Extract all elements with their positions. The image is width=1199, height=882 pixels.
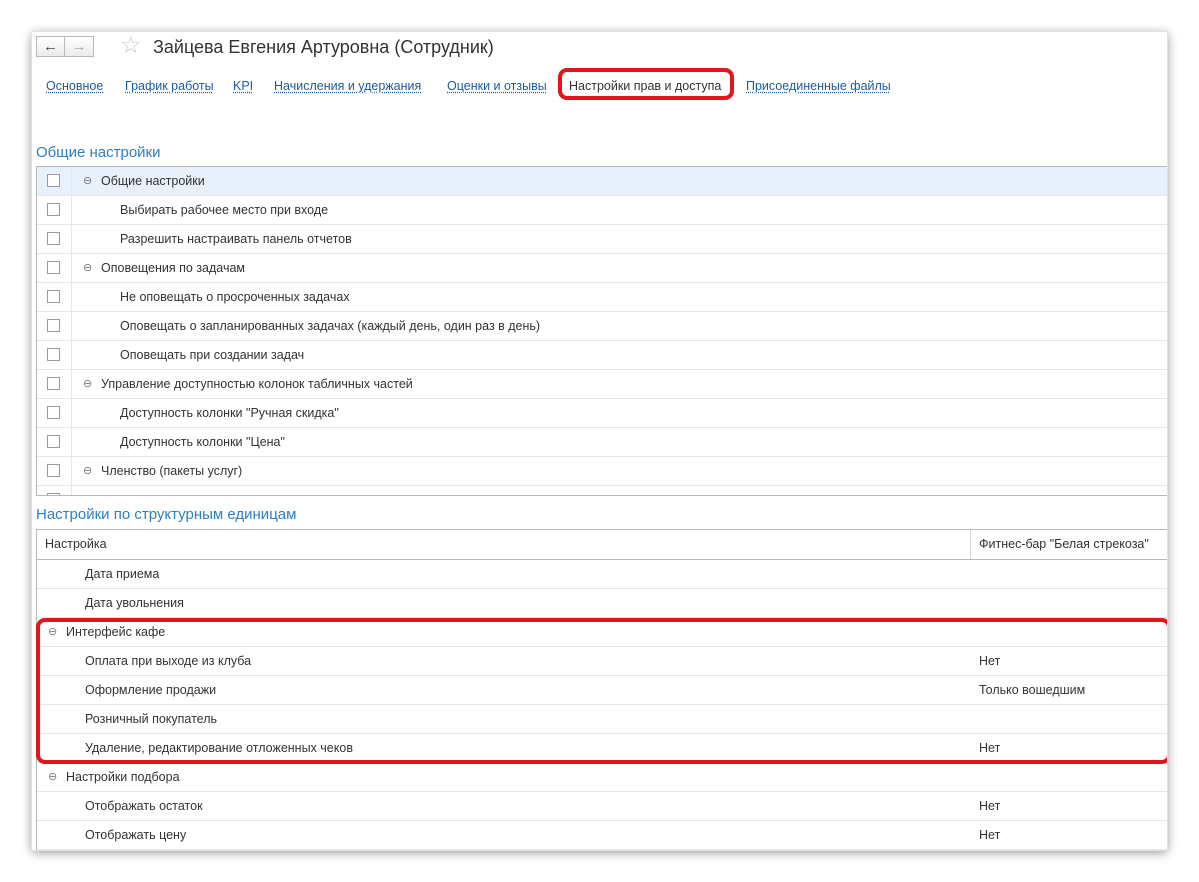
row-label: Интерфейс кафе bbox=[66, 625, 166, 639]
row-value[interactable]: Нет bbox=[979, 734, 1000, 762]
row-value[interactable]: Нет bbox=[979, 792, 1000, 820]
table-row-partial bbox=[37, 486, 1167, 495]
units-settings-title: Настройки по структурным единицам bbox=[36, 506, 297, 523]
row-label: Управление доступностью колонок табличны… bbox=[101, 377, 413, 391]
collapse-icon[interactable]: ⊖ bbox=[83, 457, 92, 485]
row-value[interactable]: Только вошедшим bbox=[979, 676, 1085, 704]
row-label: Доступность колонки "Цена" bbox=[120, 435, 285, 449]
row-label: Членство (пакеты услуг) bbox=[101, 464, 243, 478]
row-label: Оповещать при создании задач bbox=[120, 348, 305, 362]
table-row[interactable]: ⊖ Управление доступностью колонок таблич… bbox=[37, 370, 1167, 399]
row-value[interactable]: Нет bbox=[979, 647, 1000, 675]
table-row[interactable]: Дата приема bbox=[37, 560, 1167, 589]
row-label: Оформление продажи bbox=[85, 683, 217, 697]
checkbox[interactable] bbox=[47, 348, 60, 361]
row-label: Отображать цену bbox=[85, 828, 187, 842]
row-label: Настройки подбора bbox=[66, 770, 180, 784]
checkbox[interactable] bbox=[47, 406, 60, 419]
collapse-icon[interactable]: ⊖ bbox=[83, 167, 92, 195]
collapse-icon[interactable]: ⊖ bbox=[48, 763, 57, 791]
checkbox[interactable] bbox=[47, 464, 60, 477]
row-label: Удаление, редактирование отложенных чеко… bbox=[85, 741, 353, 755]
table-row[interactable]: Разрешить настраивать панель отчетов bbox=[37, 225, 1167, 254]
general-settings-title: Общие настройки bbox=[36, 144, 161, 161]
row-label: Дата увольнения bbox=[85, 596, 184, 610]
table-row-group[interactable]: ⊖ Настройки подбора bbox=[37, 763, 1167, 792]
tab-accruals[interactable]: Начисления и удержания bbox=[274, 78, 421, 94]
checkbox[interactable] bbox=[47, 261, 60, 274]
tab-reviews[interactable]: Оценки и отзывы bbox=[447, 78, 547, 94]
checkbox[interactable] bbox=[47, 174, 60, 187]
row-label: Выбирать рабочее место при входе bbox=[120, 203, 329, 217]
table-row[interactable]: Отображать цену Нет bbox=[37, 821, 1167, 850]
collapse-icon[interactable]: ⊖ bbox=[48, 618, 57, 646]
checkbox[interactable] bbox=[47, 377, 60, 390]
table-row[interactable]: Оповещать при создании задач bbox=[37, 341, 1167, 370]
checkbox[interactable] bbox=[47, 319, 60, 332]
tab-schedule[interactable]: График работы bbox=[125, 78, 214, 94]
table-row[interactable]: Розничный покупатель bbox=[37, 705, 1167, 734]
row-label: Не оповещать о просроченных задачах bbox=[120, 290, 350, 304]
row-label: Разрешить настраивать панель отчетов bbox=[120, 232, 352, 246]
table-row[interactable]: ⊖ Общие настройки bbox=[37, 167, 1167, 196]
table-row[interactable]: ⊖ Членство (пакеты услуг) bbox=[37, 457, 1167, 486]
favorite-star-icon[interactable]: ☆ bbox=[120, 33, 142, 59]
row-label: Оповещения по задачам bbox=[101, 261, 246, 275]
navigation-buttons: ← → bbox=[36, 36, 94, 57]
checkbox[interactable] bbox=[47, 290, 60, 303]
arrow-right-icon: → bbox=[71, 38, 87, 55]
table-row[interactable]: Оповещать о запланированных задачах (каж… bbox=[37, 312, 1167, 341]
row-label: Доступность колонки "Ручная скидка" bbox=[120, 406, 339, 420]
column-header-setting[interactable]: Настройка bbox=[45, 530, 107, 559]
back-button[interactable]: ← bbox=[36, 36, 65, 57]
forward-button[interactable]: → bbox=[65, 36, 94, 57]
row-value[interactable]: Нет bbox=[979, 821, 1000, 849]
checkbox[interactable] bbox=[47, 232, 60, 245]
row-label: Розничный покупатель bbox=[85, 712, 218, 726]
row-label: Оплата при выходе из клуба bbox=[85, 654, 252, 668]
units-settings-table: Настройка Фитнес-бар "Белая стрекоза" Да… bbox=[36, 529, 1167, 850]
table-row[interactable]: Выбирать рабочее место при входе bbox=[37, 196, 1167, 225]
arrow-left-icon: ← bbox=[43, 38, 58, 55]
table-header: Настройка Фитнес-бар "Белая стрекоза" bbox=[37, 530, 1167, 560]
table-row[interactable]: Оформление продажи Только вошедшим bbox=[37, 676, 1167, 705]
checkbox[interactable] bbox=[47, 435, 60, 448]
table-row[interactable]: Доступность колонки "Ручная скидка" bbox=[37, 399, 1167, 428]
table-row[interactable]: Оплата при выходе из клуба Нет bbox=[37, 647, 1167, 676]
general-settings-table: ⊖ Общие настройки Выбирать рабочее место… bbox=[36, 166, 1167, 496]
table-row[interactable]: ⊖ Оповещения по задачам bbox=[37, 254, 1167, 283]
collapse-icon[interactable]: ⊖ bbox=[83, 370, 92, 398]
row-label: Общие настройки bbox=[101, 174, 205, 188]
row-label: Отображать остаток bbox=[85, 799, 203, 813]
table-row[interactable]: Дата увольнения bbox=[37, 589, 1167, 618]
table-row[interactable]: Не оповещать о просроченных задачах bbox=[37, 283, 1167, 312]
page-title: Зайцева Евгения Артуровна (Сотрудник) bbox=[153, 37, 494, 57]
table-row[interactable]: Отображать остаток Нет bbox=[37, 792, 1167, 821]
tab-main[interactable]: Основное bbox=[46, 78, 103, 94]
table-row[interactable]: Удаление, редактирование отложенных чеко… bbox=[37, 734, 1167, 763]
checkbox[interactable] bbox=[47, 493, 60, 495]
row-label: Дата приема bbox=[85, 567, 160, 581]
checkbox[interactable] bbox=[47, 203, 60, 216]
employee-form-window: ← → ☆ Зайцева Евгения Артуровна (Сотрудн… bbox=[32, 32, 1167, 850]
collapse-icon[interactable]: ⊖ bbox=[83, 254, 92, 282]
row-label: Оповещать о запланированных задачах (каж… bbox=[120, 319, 541, 333]
table-row[interactable]: Доступность колонки "Цена" bbox=[37, 428, 1167, 457]
table-row-group[interactable]: ⊖ Интерфейс кафе bbox=[37, 618, 1167, 647]
column-header-unit[interactable]: Фитнес-бар "Белая стрекоза" bbox=[979, 530, 1149, 559]
form-header: ← → ☆ Зайцева Евгения Артуровна (Сотрудн… bbox=[32, 32, 1167, 64]
tab-attached-files[interactable]: Присоединенные файлы bbox=[746, 78, 891, 94]
active-tab-highlight bbox=[558, 68, 734, 100]
tab-kpi[interactable]: KPI bbox=[233, 78, 253, 94]
